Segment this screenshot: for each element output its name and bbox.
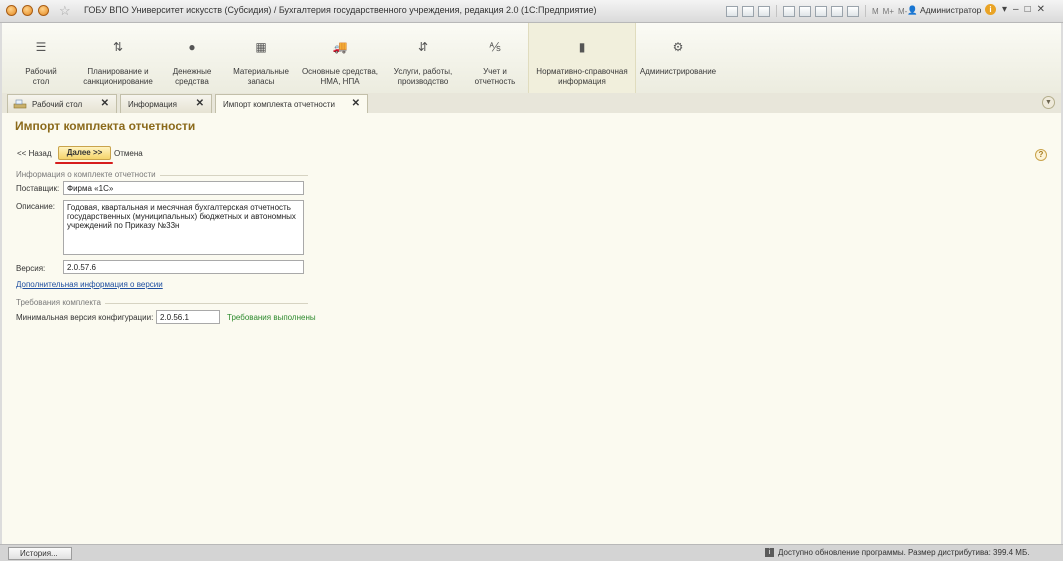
tabs-bar: Рабочий стол ✕ Информация ✕ Импорт компл… [2, 93, 1061, 114]
group-divider [105, 303, 308, 304]
close-tab-icon[interactable]: ✕ [101, 98, 109, 109]
update-message: Доступно обновление программы. Размер ди… [778, 548, 1030, 557]
save-icon[interactable] [726, 5, 738, 17]
section-label: Денежные средства [172, 67, 212, 86]
tab-import[interactable]: Импорт комплекта отчетности ✕ [215, 94, 368, 114]
section-label: Учет и отчетность [474, 67, 516, 86]
version-field[interactable]: 2.0.57.6 [63, 260, 304, 274]
import-form: Импорт комплекта отчетности ? << Назад Д… [2, 113, 1061, 544]
maximize-icon[interactable]: □ [1025, 4, 1031, 15]
section-fixed-assets[interactable]: 🚚 Основные средства, НМА, НПА [296, 23, 384, 93]
version-label: Версия: [16, 264, 46, 273]
tab-label: Рабочий стол [32, 100, 83, 109]
more-info-link[interactable]: Дополнительная информация о версии [16, 280, 163, 289]
window-title-bar: ☆ ГОБУ ВПО Университет искусств (Субсиди… [0, 0, 1063, 23]
info-icon: i [765, 548, 774, 558]
help-button[interactable]: ? [1035, 149, 1047, 161]
close-icon[interactable]: ✕ [1037, 4, 1045, 15]
section-label: Планирование и санкционирование [83, 67, 153, 86]
cancel-button[interactable]: Отмена [114, 149, 143, 158]
back-nav-icon[interactable] [6, 5, 17, 16]
next-button[interactable]: Далее >> [58, 146, 111, 160]
link-icon[interactable] [799, 5, 811, 17]
truck-icon: 🚚 [332, 40, 348, 54]
memory-plus-button[interactable]: M+ [883, 7, 894, 16]
close-tab-icon[interactable]: ✕ [352, 98, 360, 109]
window-title: ГОБУ ВПО Университет искусств (Субсидия)… [84, 5, 597, 15]
user-name: Администратор [919, 5, 982, 15]
desk-icon [13, 99, 27, 109]
section-label: Нормативно-справочная информация [536, 67, 628, 86]
requirements-group-title: Требования комплекта [16, 298, 101, 307]
highlight-underline [55, 162, 113, 164]
section-label: Услуги, работы, производство [393, 67, 453, 86]
section-services[interactable]: ⇵ Услуги, работы, производство [384, 23, 462, 93]
accounting-icon: ⅍ [489, 40, 501, 54]
preview-icon[interactable] [758, 5, 770, 17]
menu-lines-icon: ☰ [35, 40, 47, 54]
window-controls: i ▾ – □ ✕ [985, 4, 1045, 15]
grid-icon: ▦ [255, 40, 267, 54]
info-icon[interactable]: i [985, 4, 996, 15]
bookmark-icon[interactable] [783, 5, 795, 17]
book-icon: ▮ [578, 40, 586, 54]
tabs-expand-icon[interactable]: ▼ [1042, 96, 1055, 109]
calculator-icon[interactable] [831, 5, 843, 17]
status-bar: История... i Доступно обновление программ… [0, 544, 1063, 561]
print-icon[interactable] [742, 5, 754, 17]
requirements-status: Требования выполнены [227, 313, 316, 322]
favorites-star-icon[interactable]: ☆ [59, 3, 71, 19]
arrows-icon: ⇵ [417, 40, 429, 54]
dropdown-arrow-icon[interactable]: ▾ [1002, 4, 1007, 15]
section-accounting[interactable]: ⅍ Учет и отчетность [462, 23, 528, 93]
section-label: Материальные запасы [233, 67, 289, 86]
separator [776, 5, 777, 17]
back-button[interactable]: << Назад [17, 149, 52, 158]
page-title: Импорт комплекта отчетности [15, 119, 196, 133]
section-administration[interactable]: ⚙ Администрирование [636, 23, 720, 93]
toolbar-tools: M M+ M- [726, 5, 907, 17]
section-desktop[interactable]: ☰ Рабочий стол [4, 23, 78, 93]
separator [865, 5, 866, 17]
min-config-field[interactable]: 2.0.56.1 [156, 310, 220, 324]
calendar-icon[interactable] [815, 5, 827, 17]
section-planning[interactable]: ⇅ Планирование и санкционирование [78, 23, 158, 93]
history-button[interactable]: История... [8, 547, 72, 560]
section-label: Рабочий стол [25, 67, 57, 86]
info-group-title: Информация о комплекте отчетности [16, 170, 156, 179]
clipboard-icon[interactable] [847, 5, 859, 17]
user-icon: 👤 [907, 5, 918, 15]
tab-label: Информация [128, 100, 177, 109]
main-menu-icon[interactable] [38, 5, 49, 16]
tab-label: Импорт комплекта отчетности [223, 100, 335, 109]
money-icon: ● [188, 40, 196, 54]
tab-desktop[interactable]: Рабочий стол ✕ [7, 94, 117, 113]
memory-minus-button[interactable]: M- [898, 7, 907, 16]
gear-icon: ⚙ [672, 40, 684, 54]
description-label: Описание: [16, 202, 56, 211]
close-tab-icon[interactable]: ✕ [196, 98, 204, 109]
section-materials[interactable]: ▦ Материальные запасы [226, 23, 296, 93]
section-label: Основные средства, НМА, НПА [301, 67, 379, 86]
supplier-field[interactable]: Фирма «1С» [63, 181, 304, 195]
memory-button[interactable]: M [872, 7, 879, 16]
section-label: Администрирование [639, 67, 717, 76]
tab-info[interactable]: Информация ✕ [120, 94, 212, 113]
minimize-icon[interactable]: – [1013, 4, 1019, 15]
description-field[interactable]: Годовая, квартальная и месячная бухгалте… [63, 200, 304, 255]
planning-icon: ⇅ [112, 40, 124, 54]
status-message[interactable]: i Доступно обновление программы. Размер д… [765, 548, 1030, 558]
section-reference[interactable]: ▮ Нормативно-справочная информация [528, 23, 636, 93]
sections-panel: ☰ Рабочий стол ⇅ Планирование и санкцион… [2, 23, 1061, 94]
min-config-label: Минимальная версия конфигурации: [16, 313, 154, 322]
forward-nav-icon[interactable] [22, 5, 33, 16]
supplier-label: Поставщик: [16, 184, 60, 193]
section-money[interactable]: ● Денежные средства [158, 23, 226, 93]
group-divider [160, 175, 308, 176]
current-user[interactable]: 👤 Администратор [907, 5, 981, 16]
